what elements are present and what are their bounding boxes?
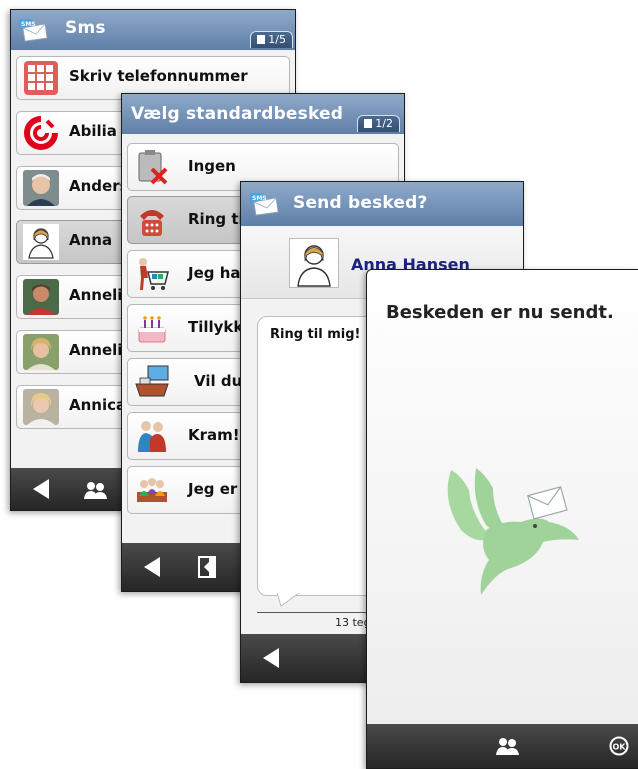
bottom-toolbar: OK: [367, 724, 638, 768]
list-item-label: Jeg er: [188, 480, 238, 498]
list-item-label: Ingen: [188, 157, 236, 175]
group-icon: [137, 478, 167, 502]
computer-icon: [135, 365, 169, 397]
list-item-label: Anna: [69, 231, 113, 249]
contacts-icon[interactable]: [83, 481, 109, 499]
standard-message-titlebar: Vælg standardbesked 1/2: [122, 94, 404, 134]
send-message-titlebar: SMS Send besked?: [241, 182, 523, 226]
telephone-icon: [140, 210, 164, 236]
page-title: Send besked?: [293, 193, 428, 213]
contact-photo: [23, 279, 59, 315]
page-icon: [257, 35, 266, 44]
sms-envelope-icon: SMS: [19, 19, 48, 42]
confirmation-text: Beskeden er nu sendt.: [386, 302, 614, 323]
person-pictogram-icon: [23, 224, 59, 260]
bubble-tail: [277, 593, 300, 607]
contact-photo: [23, 389, 59, 425]
list-item-label: Anneli: [69, 286, 123, 304]
message-sent-screen: Beskeden er nu sendt. OK: [366, 269, 638, 769]
keypad-icon: [24, 61, 58, 95]
list-item-label: Vil du: [194, 372, 243, 390]
list-item-label: Skriv telefonnummer: [69, 67, 248, 85]
list-item-label: Anders: [69, 177, 129, 195]
contacts-icon[interactable]: [495, 737, 521, 755]
dove-with-letter-icon: [447, 468, 579, 595]
contact-photo: [23, 170, 59, 206]
page-indicator: 1/5: [250, 31, 293, 48]
no-message-icon: [138, 150, 168, 185]
abilia-logo-icon: [24, 116, 58, 150]
page-indicator: 1/2: [357, 115, 400, 132]
page-title: Vælg standardbesked: [131, 104, 344, 124]
page-title: Sms: [65, 18, 106, 38]
message-text: Ring til mig!: [270, 327, 361, 342]
back-arrow-icon[interactable]: [33, 479, 49, 499]
hug-icon: [138, 421, 166, 452]
person-pictogram-icon: [289, 238, 339, 288]
page-back-icon[interactable]: [198, 556, 216, 578]
shopping-cart-icon: [139, 258, 169, 290]
list-item-label: Abilia: [69, 122, 117, 140]
list-item-label: Annica: [69, 396, 127, 414]
list-item-label: Kram!: [188, 426, 240, 444]
sms-envelope-icon: SMS: [250, 193, 279, 216]
birthday-cake-icon: [138, 316, 166, 343]
page-icon: [364, 119, 373, 128]
sms-titlebar: SMS Sms 1/5: [11, 10, 295, 50]
back-arrow-icon[interactable]: [263, 648, 279, 668]
back-arrow-icon[interactable]: [144, 557, 160, 577]
svg-text:OK: OK: [613, 743, 627, 752]
ok-button-icon[interactable]: OK: [609, 736, 629, 756]
contact-photo: [23, 334, 59, 370]
